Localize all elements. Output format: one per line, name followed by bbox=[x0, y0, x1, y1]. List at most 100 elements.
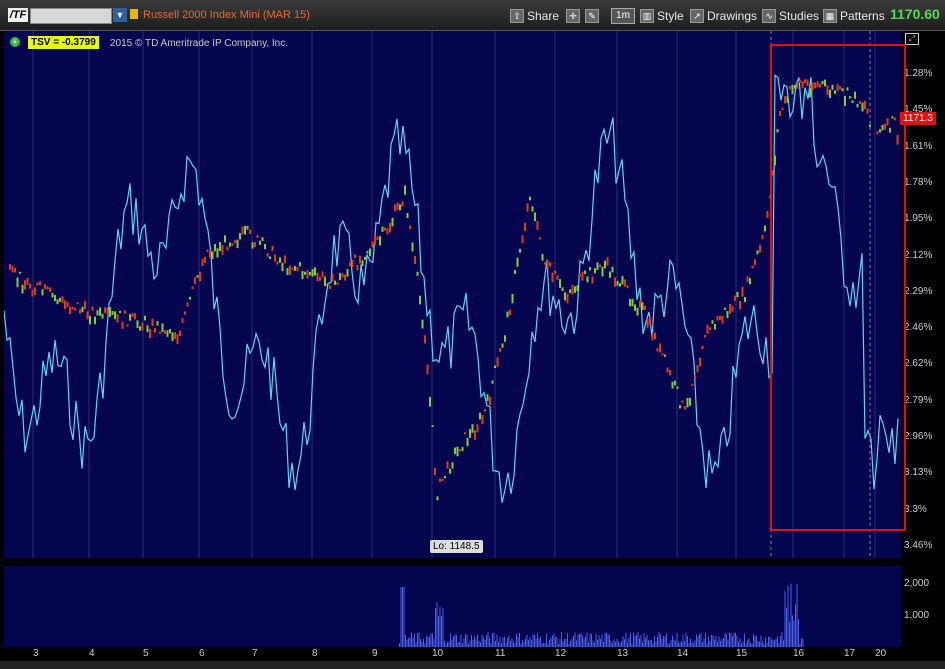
add-study-icon[interactable]: + bbox=[10, 37, 20, 47]
settings-button[interactable]: ✎ bbox=[585, 8, 599, 24]
candle bbox=[454, 447, 456, 455]
last-price: 1170.60 bbox=[890, 6, 940, 22]
volume-bar bbox=[571, 638, 573, 647]
tsv-study-label[interactable]: TSV = -0.3799 bbox=[28, 36, 99, 49]
crosshair-button[interactable]: ✛ bbox=[566, 8, 580, 24]
price-chart-panel[interactable] bbox=[3, 31, 901, 558]
candle bbox=[31, 289, 34, 297]
candle bbox=[764, 225, 766, 232]
volume-bar bbox=[517, 636, 519, 647]
candle bbox=[729, 304, 731, 314]
candle bbox=[249, 229, 251, 234]
volume-bar bbox=[537, 633, 538, 647]
candle bbox=[386, 228, 389, 235]
crosshair-icon: ✛ bbox=[566, 9, 580, 23]
flag-icon[interactable] bbox=[130, 9, 138, 19]
candle bbox=[449, 468, 451, 474]
x-tick-label: 4 bbox=[89, 648, 95, 659]
candle bbox=[524, 222, 526, 231]
candle bbox=[269, 256, 271, 260]
volume-bar bbox=[553, 633, 555, 647]
style-button[interactable]: ▥ Style bbox=[640, 8, 684, 24]
volume-bar bbox=[597, 639, 598, 647]
candle bbox=[376, 236, 379, 240]
expand-icon[interactable]: ⤢ bbox=[905, 33, 919, 45]
candle bbox=[521, 235, 524, 244]
volume-bar bbox=[793, 620, 795, 647]
candle bbox=[539, 237, 541, 240]
panel-separator[interactable] bbox=[0, 558, 945, 566]
candle bbox=[229, 242, 231, 247]
volume-bar bbox=[774, 640, 775, 647]
volume-bar bbox=[564, 639, 565, 647]
price-chart-svg bbox=[3, 31, 899, 558]
volume-bar bbox=[522, 639, 523, 647]
candle bbox=[64, 300, 66, 310]
volume-bar bbox=[646, 634, 648, 647]
volume-bar bbox=[579, 633, 580, 647]
volume-bar bbox=[540, 636, 541, 647]
volume-bar bbox=[436, 602, 438, 647]
candle bbox=[486, 394, 489, 401]
candle bbox=[691, 383, 694, 386]
candle bbox=[476, 424, 479, 433]
symbol-dropdown-icon[interactable]: ▼ bbox=[113, 8, 127, 22]
drawings-button[interactable]: ↗ Drawings bbox=[690, 8, 757, 24]
candle bbox=[634, 304, 636, 311]
drawings-icon: ↗ bbox=[690, 9, 704, 23]
timeframe-button[interactable]: 1m bbox=[611, 8, 635, 24]
candle bbox=[261, 237, 264, 241]
volume-bar bbox=[790, 583, 792, 647]
candle bbox=[179, 330, 181, 337]
candle bbox=[604, 260, 606, 269]
volume-bar bbox=[666, 634, 667, 647]
x-tick-label: 20 bbox=[875, 648, 887, 659]
candle bbox=[81, 306, 84, 313]
volume-bar bbox=[622, 636, 624, 647]
candle bbox=[431, 425, 434, 427]
volume-panel[interactable] bbox=[4, 566, 901, 647]
candle bbox=[336, 282, 339, 285]
candle bbox=[84, 300, 86, 310]
candle bbox=[359, 255, 361, 264]
volume-bar bbox=[796, 584, 798, 647]
candle bbox=[126, 324, 129, 327]
candle bbox=[39, 281, 41, 286]
candle bbox=[741, 286, 744, 297]
candle bbox=[54, 295, 56, 302]
volume-bar bbox=[714, 639, 715, 647]
volume-bar bbox=[760, 635, 762, 647]
volume-bar bbox=[451, 639, 453, 647]
volume-bar bbox=[765, 637, 766, 647]
candle bbox=[14, 268, 16, 273]
share-button[interactable]: ⇧ Share bbox=[510, 8, 559, 24]
candle bbox=[671, 381, 674, 389]
candle bbox=[444, 476, 446, 479]
candle bbox=[661, 353, 664, 356]
candle bbox=[609, 271, 611, 278]
candle bbox=[24, 280, 26, 290]
volume-bar bbox=[786, 607, 787, 647]
y-tick-label: 2.62% bbox=[904, 358, 933, 370]
candle bbox=[459, 449, 461, 452]
candle bbox=[746, 276, 749, 282]
candle bbox=[761, 234, 764, 240]
patterns-button[interactable]: ▦ Patterns bbox=[823, 8, 885, 24]
symbol-input[interactable] bbox=[30, 8, 112, 24]
candle bbox=[211, 251, 214, 259]
candle bbox=[496, 357, 499, 367]
y-tick-label: 3.3% bbox=[904, 503, 927, 515]
candle bbox=[744, 297, 746, 303]
volume-tick-1000: 1,000 bbox=[904, 610, 930, 621]
candle bbox=[696, 364, 699, 373]
candle bbox=[139, 326, 141, 331]
volume-bar bbox=[507, 638, 508, 647]
volume-bar bbox=[496, 634, 498, 647]
volume-chart-svg bbox=[399, 583, 804, 647]
candle bbox=[551, 272, 554, 283]
volume-bar bbox=[532, 634, 534, 647]
studies-button[interactable]: ∿ Studies bbox=[762, 8, 819, 24]
volume-bar bbox=[469, 640, 471, 647]
volume-bar bbox=[595, 633, 597, 647]
patterns-label: Patterns bbox=[840, 9, 885, 23]
